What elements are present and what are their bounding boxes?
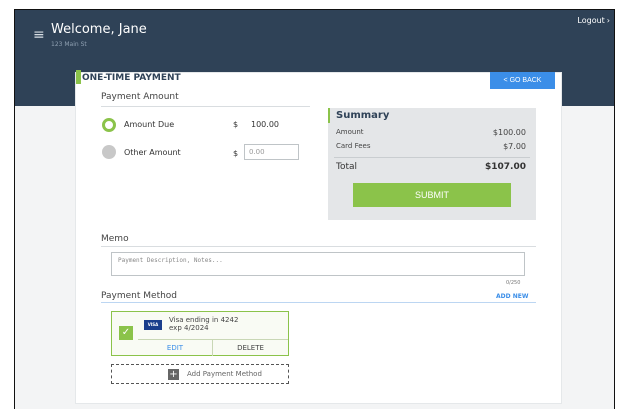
card-accent-bar	[76, 70, 81, 84]
summary-divider	[334, 157, 530, 158]
welcome-title: Welcome, Jane	[51, 22, 147, 37]
logout-link[interactable]: Logout ›	[577, 16, 610, 25]
submit-button[interactable]: SUBMIT	[353, 183, 511, 207]
payment-method-divider	[101, 302, 536, 303]
other-amount-label: Other Amount	[124, 148, 181, 157]
amount-due-label: Amount Due	[124, 120, 175, 129]
summary-accent-bar	[328, 108, 330, 123]
logout-label: Logout	[577, 16, 605, 25]
go-back-button[interactable]: < GO BACK	[490, 72, 555, 89]
summary-title: Summary	[336, 110, 390, 121]
summary-fees-label: Card Fees	[336, 142, 371, 150]
summary-total-value: $107.00	[485, 162, 526, 172]
summary-fees-value: $7.00	[503, 142, 526, 151]
summary-panel: Summary Amount $100.00 Card Fees $7.00 T…	[328, 108, 536, 220]
memo-input[interactable]: Payment Description, Notes...	[111, 252, 525, 276]
card-expiry-text: exp 4/2024	[169, 324, 209, 332]
card-title: ONE-TIME PAYMENT	[82, 73, 181, 83]
summary-total-label: Total	[336, 162, 358, 172]
address-subtitle: 123 Main St	[51, 41, 87, 48]
card-actions: EDIT DELETE	[138, 339, 288, 356]
chevron-right-icon: ›	[606, 16, 610, 25]
edit-card-button[interactable]: EDIT	[138, 340, 213, 356]
memo-divider	[101, 246, 536, 247]
summary-amount-label: Amount	[336, 128, 364, 136]
payment-amount-divider	[101, 106, 310, 107]
memo-char-counter: 0/250	[506, 280, 521, 286]
amount-due-currency: $	[233, 120, 239, 129]
add-payment-method-label: Add Payment Method	[187, 370, 262, 378]
summary-amount-value: $100.00	[492, 128, 526, 137]
menu-icon[interactable]: ≡	[33, 28, 45, 42]
add-payment-method-button[interactable]: + Add Payment Method	[111, 364, 289, 384]
add-new-link[interactable]: ADD NEW	[496, 293, 528, 300]
app-frame: ≡ Welcome, Jane 123 Main St Logout › ONE-…	[14, 9, 615, 409]
other-amount-radio[interactable]	[102, 145, 116, 159]
plus-icon: +	[168, 369, 179, 380]
saved-card-tile[interactable]: ✓ VISA Visa ending in 4242 exp 4/2024 ED…	[111, 311, 289, 356]
other-amount-input[interactable]: 0.00	[244, 144, 299, 160]
card-number-text: Visa ending in 4242	[169, 316, 239, 324]
checkmark-icon: ✓	[119, 326, 133, 340]
amount-due-value: 100.00	[251, 120, 279, 129]
payment-method-label: Payment Method	[101, 291, 178, 301]
other-amount-currency: $	[233, 149, 239, 158]
delete-card-button[interactable]: DELETE	[213, 340, 288, 356]
amount-due-radio[interactable]	[102, 118, 116, 132]
visa-logo: VISA	[144, 320, 162, 330]
memo-label: Memo	[101, 234, 129, 244]
payment-amount-label: Payment Amount	[101, 92, 179, 102]
